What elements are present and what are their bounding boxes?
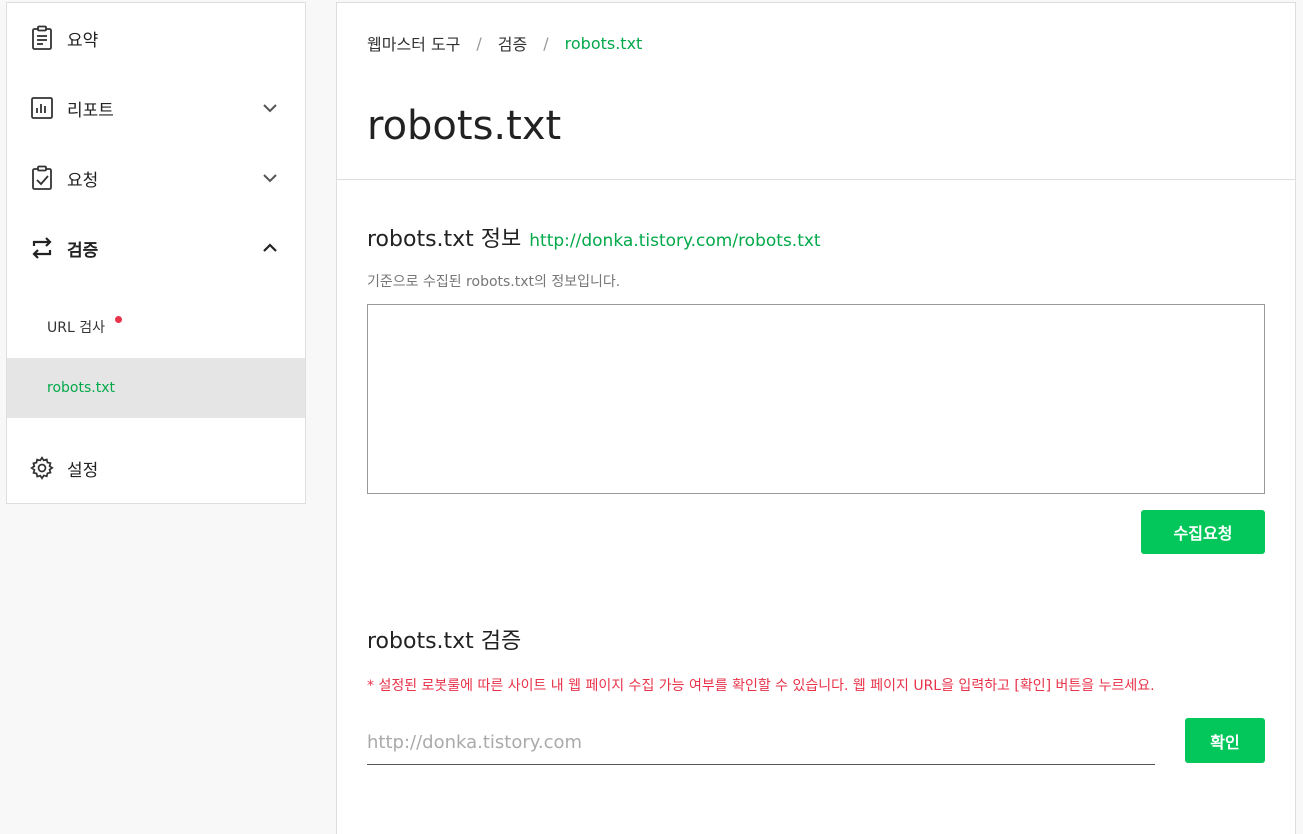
- sidebar-item-label: 설정: [67, 460, 99, 481]
- page-title: robots.txt: [367, 103, 562, 149]
- bar-chart-icon: [29, 95, 55, 121]
- robots-url-link[interactable]: http://donka.tistory.com/robots.txt: [529, 231, 820, 251]
- breadcrumb: 웹마스터 도구 / 검증 / robots.txt: [367, 31, 642, 55]
- robots-content-box[interactable]: [367, 304, 1265, 494]
- header-divider: [337, 179, 1295, 180]
- sidebar-item-report[interactable]: 리포트: [7, 78, 305, 138]
- breadcrumb-current: robots.txt: [564, 33, 643, 53]
- verify-url-input[interactable]: [367, 721, 1155, 765]
- gear-icon: [29, 455, 55, 481]
- collect-request-button[interactable]: 수집요청: [1141, 510, 1265, 554]
- clipboard-icon: [29, 25, 55, 51]
- sidebar-item-summary[interactable]: 요약: [7, 8, 305, 68]
- sidebar: 요약 리포트 요청 검증 URL 검사 robots.txt 설정: [6, 2, 306, 504]
- sidebar-item-verify[interactable]: 검증: [7, 218, 305, 278]
- chevron-down-icon[interactable]: [261, 169, 279, 187]
- breadcrumb-separator: /: [543, 33, 549, 53]
- swap-arrows-icon: [29, 235, 55, 261]
- new-badge-dot: [115, 316, 122, 323]
- verify-notice: * 설정된 로봇룰에 따른 사이트 내 웹 페이지 수집 가능 여부를 확인할 …: [367, 678, 1155, 694]
- robots-verify-title: robots.txt 검증: [367, 629, 522, 654]
- sidebar-subitem-robots-txt[interactable]: robots.txt: [7, 358, 305, 418]
- breadcrumb-separator: /: [476, 33, 482, 53]
- sidebar-item-label: 검증: [67, 240, 99, 261]
- breadcrumb-item[interactable]: 웹마스터 도구: [367, 31, 460, 55]
- sidebar-item-settings[interactable]: 설정: [7, 438, 305, 498]
- chevron-down-icon[interactable]: [261, 99, 279, 117]
- robots-info-title: robots.txt 정보: [367, 227, 522, 252]
- sidebar-item-request[interactable]: 요청: [7, 148, 305, 208]
- robots-info-heading: robots.txt 정보 http://donka.tistory.com/ro…: [367, 221, 821, 253]
- chevron-up-icon[interactable]: [261, 239, 279, 257]
- main-content: 웹마스터 도구 / 검증 / robots.txt robots.txt rob…: [336, 2, 1296, 834]
- clipboard-check-icon: [29, 165, 55, 191]
- robots-info-description: 기준으로 수집된 robots.txt의 정보입니다.: [367, 274, 621, 290]
- breadcrumb-item[interactable]: 검증: [498, 31, 527, 55]
- sidebar-subitem-label: URL 검사: [47, 320, 105, 336]
- sidebar-subitem-label: robots.txt: [47, 380, 115, 396]
- confirm-button[interactable]: 확인: [1185, 718, 1265, 763]
- sidebar-item-label: 리포트: [67, 100, 114, 121]
- sidebar-item-label: 요청: [67, 170, 99, 191]
- sidebar-item-label: 요약: [67, 30, 99, 51]
- sidebar-subitem-url-inspect[interactable]: URL 검사: [7, 297, 305, 357]
